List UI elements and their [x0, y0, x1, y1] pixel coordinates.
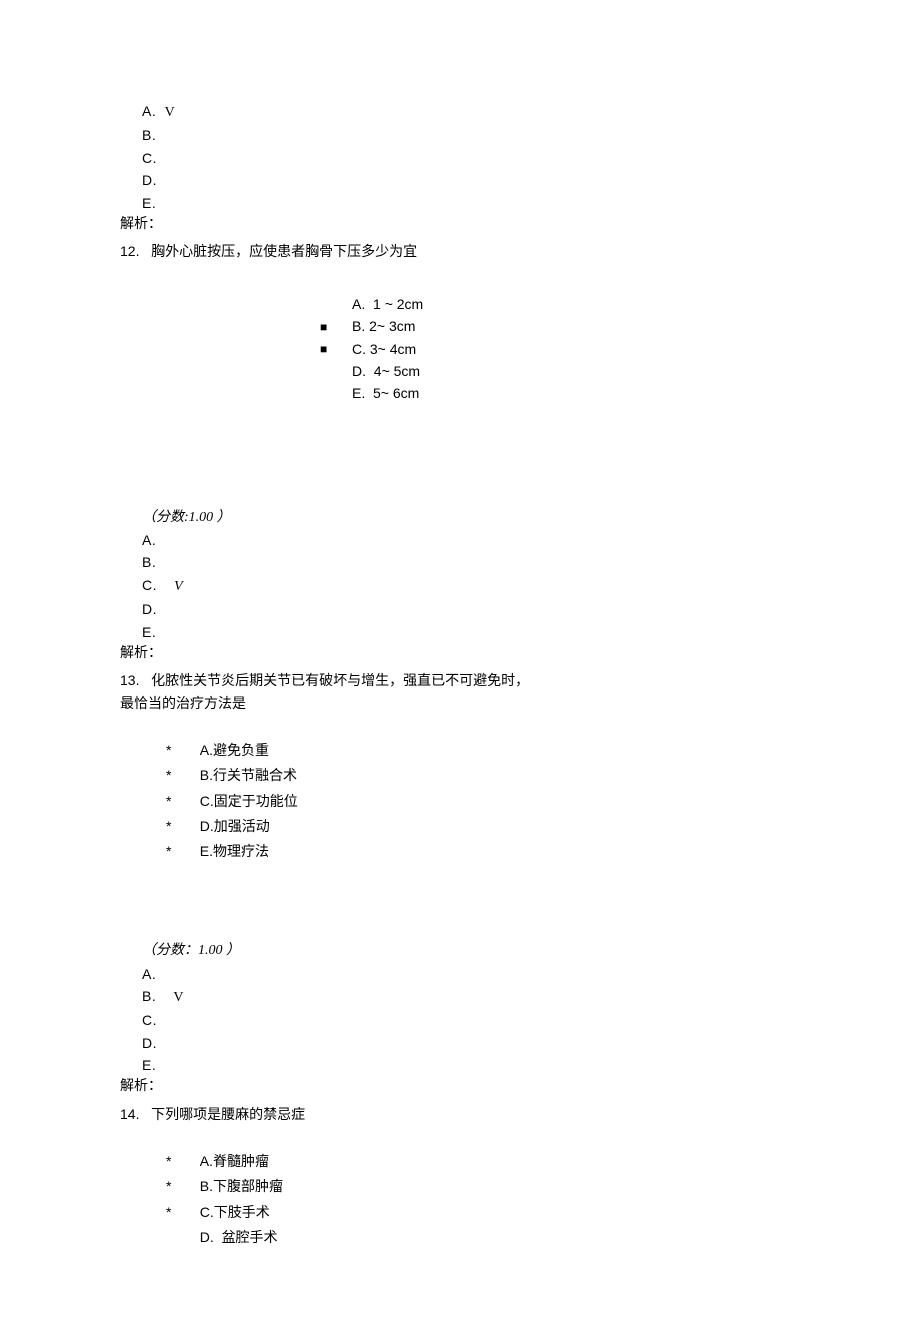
q12-score: （分数:1.00 ） [120, 505, 800, 529]
q12-opt-b: ■B. 2~ 3cm [320, 315, 800, 337]
q12-opt-c: ■C. 3~ 4cm [320, 338, 800, 360]
q12-stem: 12. 胸外心脏按压，应使患者胸骨下压多少为宜 [120, 240, 800, 262]
q11-ans-e: E. [120, 192, 800, 214]
q13-stem: 13. 化脓性关节炎后期关节已有破坏与增生，强直已不可避免时， [120, 669, 800, 691]
q13-opt-c: * C.固定于功能位 [166, 789, 800, 814]
q13-ans-d: D. [120, 1032, 800, 1054]
q11-ans-b: B. [120, 124, 800, 146]
q11-ans-a: A. V [120, 100, 800, 124]
q14-opt-d: D. 盆腔手术 [166, 1225, 800, 1250]
q11-analysis-label: 解析： [120, 214, 800, 236]
q12-ans-a: A. [120, 529, 800, 551]
q14-stem: 14. 下列哪项是腰麻的禁忌症 [120, 1103, 800, 1125]
q11-ans-d: D. [120, 169, 800, 191]
q12-ans-c: C. V [120, 574, 800, 598]
q14-opt-a: * A.脊髓肿瘤 [166, 1149, 800, 1174]
q12-opt-e: E. 5~ 6cm [320, 382, 800, 404]
q12-analysis-label: 解析： [120, 643, 800, 665]
q13-analysis-label: 解析： [120, 1076, 800, 1098]
q13-score: （分数：1.00 ） [120, 938, 800, 962]
page: A. V B. C. D. E. 解析： 12. 胸外心脏按压，应使患者胸骨下压… [0, 0, 920, 1334]
q12-options: A. 1 ~ 2cm ■B. 2~ 3cm ■C. 3~ 4cm D. 4~ 5… [320, 293, 800, 405]
q13-ans-a: A. [120, 963, 800, 985]
q13-ans-c: C. [120, 1009, 800, 1031]
q13-ans-b: B. V [120, 985, 800, 1009]
q13-stem-line2: 最恰当的治疗方法是 [120, 692, 800, 714]
q12-ans-d: D. [120, 598, 800, 620]
q12-ans-b: B. [120, 551, 800, 573]
q12-opt-d: D. 4~ 5cm [320, 360, 800, 382]
q12-opt-a: A. 1 ~ 2cm [320, 293, 800, 315]
q13-opt-e: * E.物理疗法 [166, 839, 800, 864]
q12-ans-e: E. [120, 621, 800, 643]
q14-options: * A.脊髓肿瘤 * B.下腹部肿瘤 * C.下肢手术 D. 盆腔手术 [166, 1149, 800, 1250]
q13-ans-e: E. [120, 1054, 800, 1076]
q13-opt-a: * A.避免负重 [166, 738, 800, 763]
q14-opt-b: * B.下腹部肿瘤 [166, 1174, 800, 1199]
q13-opt-b: * B.行关节融合术 [166, 763, 800, 788]
q13-opt-d: * D.加强活动 [166, 814, 800, 839]
q13-options: * A.避免负重 * B.行关节融合术 * C.固定于功能位 * D.加强活动 … [166, 738, 800, 864]
q11-ans-c: C. [120, 147, 800, 169]
q14-opt-c: * C.下肢手术 [166, 1200, 800, 1225]
